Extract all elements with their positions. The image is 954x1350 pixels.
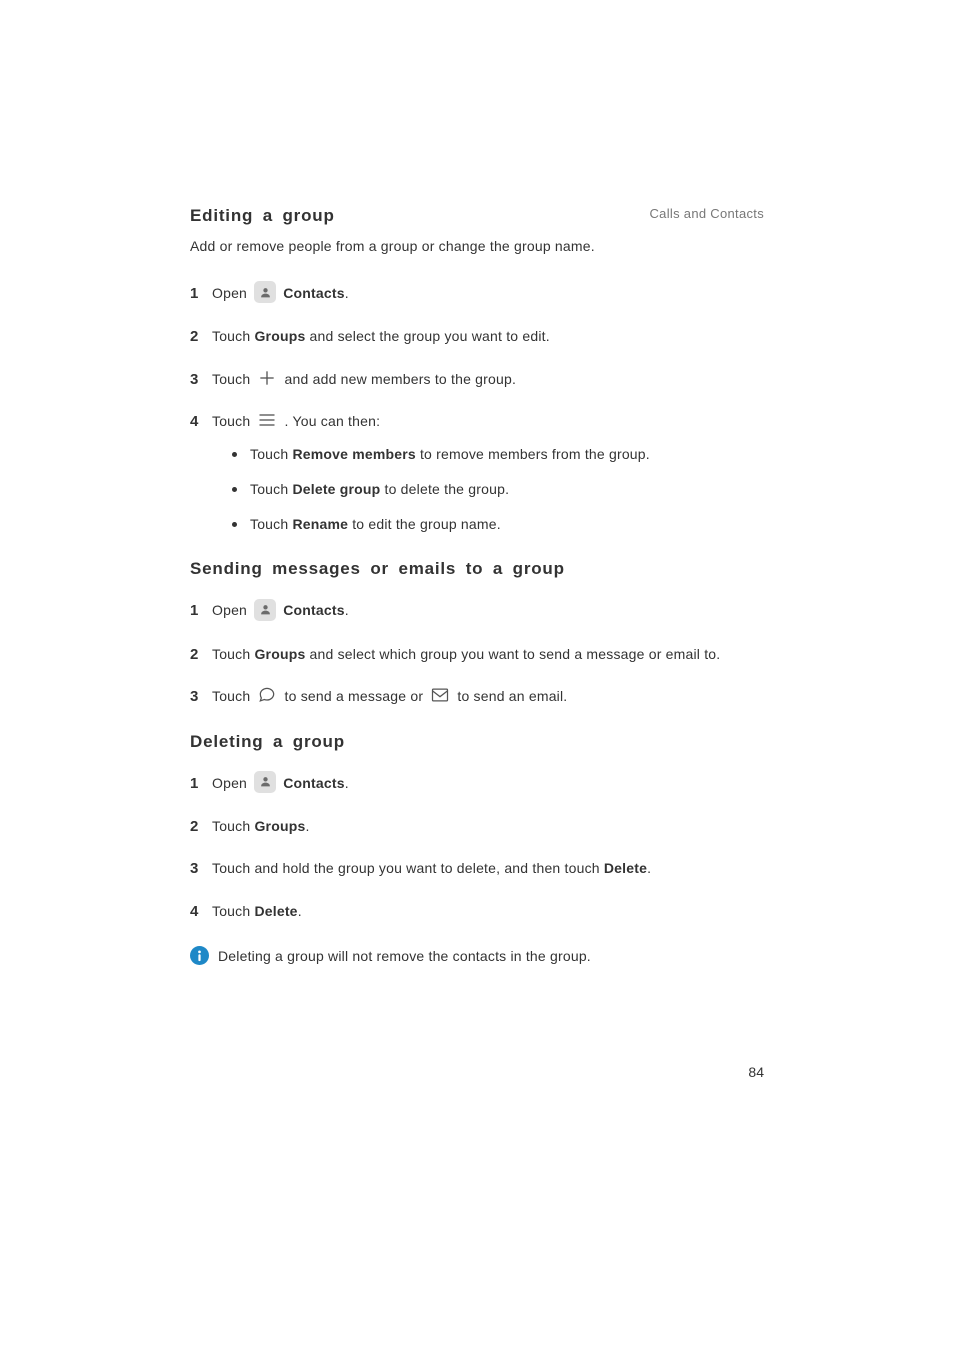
step-1: Open Contacts. [190,772,770,795]
text: and select the group you want to edit. [305,328,549,344]
text: Touch [212,688,254,704]
email-icon [429,685,451,705]
page-number: 84 [748,1064,764,1080]
step-4: Touch Delete. [190,900,770,922]
text: Open [212,775,251,791]
text: to edit the group name. [348,516,501,532]
menu-icon [256,410,278,430]
step-3: Touch to send a message or to send an em… [190,685,770,707]
text: . [647,860,651,876]
text: . [345,285,349,301]
text-bold: Groups [254,328,305,344]
step-2: Touch Groups and select which group you … [190,643,770,665]
text: Open [212,285,251,301]
note-text: Deleting a group will not remove the con… [218,948,591,964]
text: to send an email. [453,688,567,704]
contacts-icon [254,599,276,621]
heading-sending-group: Sending messages or emails to a group [190,559,770,579]
info-icon [190,946,209,965]
text: Touch and hold the group you want to del… [212,860,604,876]
steps-sending-group: Open Contacts. Touch Groups and select w… [190,599,770,707]
text: . [305,818,309,834]
text-bold: Delete group [292,481,380,497]
text-bold: Delete [254,903,297,919]
text: to remove members from the group. [416,446,650,462]
text-bold: Contacts [283,285,345,301]
text: Touch [212,646,254,662]
text: to delete the group. [380,481,509,497]
text: Touch [212,818,254,834]
contacts-icon [254,281,276,303]
text: Touch [212,903,254,919]
text-bold: Remove members [292,446,415,462]
text: and select which group you want to send … [305,646,720,662]
step-2: Touch Groups. [190,815,770,837]
text: Touch [212,328,254,344]
bullet-1: Touch Remove members to remove members f… [228,444,770,465]
page-content: Editing a group Add or remove people fro… [190,206,770,967]
text-bold: Delete [604,860,647,876]
steps-deleting-group: Open Contacts. Touch Groups. Touch and h… [190,772,770,922]
text-bold: Contacts [283,775,345,791]
text: . [345,602,349,618]
step-3: Touch and hold the group you want to del… [190,857,770,879]
text: . [345,775,349,791]
plus-icon [256,368,278,388]
text-bold: Groups [254,818,305,834]
step-4: Touch . You can then: Touch Remove membe… [190,410,770,535]
step-1: Open Contacts. [190,282,770,305]
heading-deleting-group: Deleting a group [190,732,770,752]
text: Touch [250,446,292,462]
text: Touch [250,481,292,497]
intro-editing-group: Add or remove people from a group or cha… [190,238,770,254]
text: Touch [212,413,254,429]
text: to send a message or [280,688,427,704]
text: . You can then: [280,413,380,429]
heading-editing-group: Editing a group [190,206,770,226]
bullets-editing-group: Touch Remove members to remove members f… [228,444,770,535]
step-2: Touch Groups and select the group you wa… [190,325,770,347]
steps-editing-group: Open Contacts. Touch Groups and select t… [190,282,770,535]
text-bold: Groups [254,646,305,662]
step-1: Open Contacts. [190,599,770,622]
note-deleting-group: Deleting a group will not remove the con… [190,946,770,967]
text: Touch [250,516,292,532]
bullet-3: Touch Rename to edit the group name. [228,514,770,535]
text: Touch [212,371,254,387]
contacts-icon [254,771,276,793]
message-icon [256,685,278,705]
text: Open [212,602,251,618]
text-bold: Contacts [283,602,345,618]
text: and add new members to the group. [280,371,516,387]
text-bold: Rename [292,516,348,532]
bullet-2: Touch Delete group to delete the group. [228,479,770,500]
step-3: Touch and add new members to the group. [190,368,770,390]
text: . [298,903,302,919]
